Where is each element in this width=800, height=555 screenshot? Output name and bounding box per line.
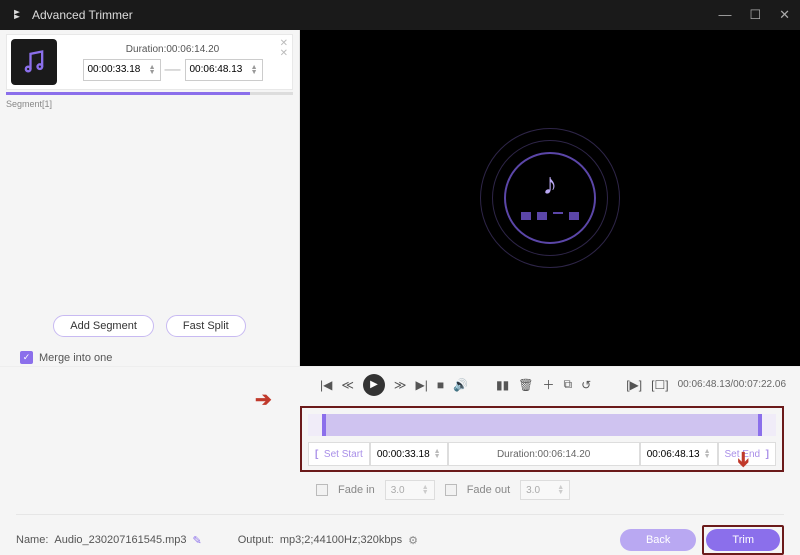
maximize-button[interactable]: ☐ bbox=[749, 7, 761, 23]
segment-start-input[interactable]: 00:00:33.18▲▼ bbox=[83, 59, 161, 81]
output-settings-icon[interactable]: ⚙ bbox=[408, 534, 418, 547]
play-button[interactable]: ▶ bbox=[363, 374, 385, 396]
back-button[interactable]: Back bbox=[620, 529, 696, 551]
trim-selection[interactable] bbox=[322, 414, 762, 436]
forward-icon[interactable]: ≫ bbox=[394, 378, 407, 392]
minimize-button[interactable]: — bbox=[718, 7, 731, 23]
delete-icon[interactable]: 🗑 bbox=[518, 378, 533, 392]
window-title: Advanced Trimmer bbox=[32, 8, 718, 22]
stop-icon[interactable]: ■ bbox=[437, 378, 444, 392]
trim-panel: [ Set Start 00:00:33.18▲▼ Duration:00:06… bbox=[300, 406, 784, 472]
fade-row: Fade in 3.0▲▼ Fade out 3.0▲▼ bbox=[316, 480, 784, 500]
preview-pane: ♪ bbox=[300, 30, 800, 366]
fade-in-label: Fade in bbox=[338, 484, 375, 496]
fade-out-value[interactable]: 3.0▲▼ bbox=[520, 480, 570, 500]
trim-button[interactable]: Trim bbox=[706, 529, 780, 551]
bracket-out-icon[interactable]: [☐] bbox=[651, 378, 668, 392]
fast-split-button[interactable]: Fast Split bbox=[166, 315, 246, 337]
edit-name-icon[interactable]: ✎ bbox=[193, 534, 202, 547]
volume-icon[interactable]: 🔊 bbox=[453, 378, 468, 392]
title-bar: Advanced Trimmer — ☐ ✕ bbox=[0, 0, 800, 30]
fade-in-checkbox[interactable] bbox=[316, 484, 328, 496]
segment-duration-label: Duration:00:06:14.20 bbox=[63, 44, 282, 55]
marker-icon[interactable]: ▮▮ bbox=[496, 378, 509, 392]
rewind-icon[interactable]: ≪ bbox=[341, 378, 354, 392]
name-value: Audio_230207161545.mp3 bbox=[54, 534, 186, 546]
output-label: Output: bbox=[238, 534, 274, 546]
fade-in-value[interactable]: 3.0▲▼ bbox=[385, 480, 435, 500]
playback-controls: |◀ ≪ ▶ ≫ ▶| ■ 🔊 ▮▮ 🗑 ＋ ⧉ ↺ [▶] [☐] 00:06… bbox=[0, 366, 800, 402]
skip-start-icon[interactable]: |◀ bbox=[320, 378, 332, 392]
set-end-button[interactable]: Set End ] bbox=[718, 442, 777, 466]
output-value: mp3;2;44100Hz;320kbps bbox=[280, 534, 402, 546]
trim-duration: Duration:00:06:14.20 bbox=[448, 442, 640, 466]
fade-out-label: Fade out bbox=[467, 484, 510, 496]
segment-progress-bar bbox=[6, 92, 293, 95]
footer: Name: Audio_230207161545.mp3 ✎ Output: m… bbox=[16, 514, 784, 555]
segment-end-input[interactable]: 00:06:48.13▲▼ bbox=[185, 59, 263, 81]
segment-sidebar: Duration:00:06:14.20 00:00:33.18▲▼ — 00:… bbox=[0, 30, 300, 366]
segment-card[interactable]: Duration:00:06:14.20 00:00:33.18▲▼ — 00:… bbox=[6, 34, 293, 90]
set-start-button[interactable]: [ Set Start bbox=[308, 442, 370, 466]
merge-label: Merge into one bbox=[39, 352, 112, 364]
app-icon bbox=[10, 8, 24, 22]
segment-label: Segment[1] bbox=[6, 99, 299, 109]
fade-out-checkbox[interactable] bbox=[445, 484, 457, 496]
skip-end-icon[interactable]: ▶| bbox=[415, 378, 427, 392]
trim-start-input[interactable]: 00:00:33.18▲▼ bbox=[370, 442, 448, 466]
bracket-in-icon[interactable]: [▶] bbox=[626, 378, 642, 392]
segment-thumbnail bbox=[11, 39, 57, 85]
playback-time: 00:06:48.13/00:07:22.06 bbox=[678, 379, 786, 390]
add-segment-button[interactable]: Add Segment bbox=[53, 315, 154, 337]
add-icon[interactable]: ＋ bbox=[543, 376, 555, 393]
range-dash: — bbox=[165, 61, 181, 79]
name-label: Name: bbox=[16, 534, 48, 546]
remove-segment-icon[interactable]: ✕✕ bbox=[280, 39, 288, 59]
copy-icon[interactable]: ⧉ bbox=[564, 377, 573, 392]
audio-visualizer-icon: ♪ bbox=[480, 128, 620, 268]
merge-checkbox[interactable]: ✓ Merge into one bbox=[20, 351, 279, 364]
close-button[interactable]: ✕ bbox=[779, 7, 790, 23]
trim-track[interactable] bbox=[308, 414, 776, 436]
undo-icon[interactable]: ↺ bbox=[581, 378, 591, 392]
trim-end-input[interactable]: 00:06:48.13▲▼ bbox=[640, 442, 718, 466]
